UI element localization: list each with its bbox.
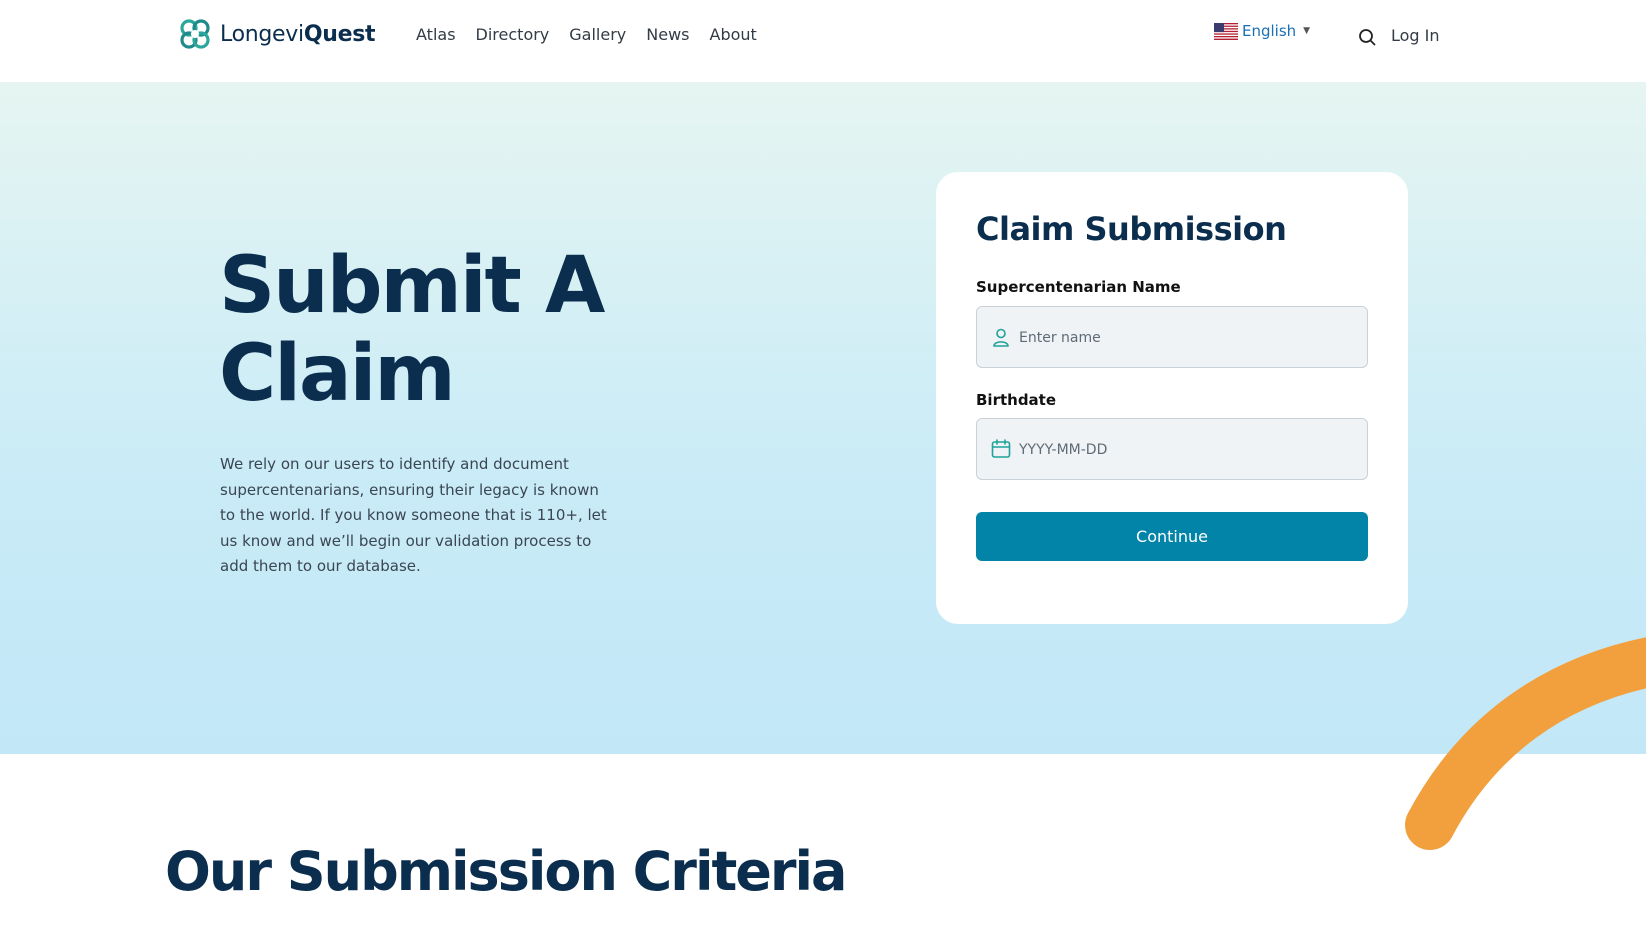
nav-news[interactable]: News: [646, 25, 689, 44]
name-label: Supercentenarian Name: [976, 278, 1181, 296]
language-selector[interactable]: English ▼: [1214, 22, 1310, 40]
continue-button[interactable]: Continue: [976, 512, 1368, 561]
hero-title-line-2: Claim: [219, 329, 456, 419]
site-header: LongeviQuest Atlas Directory Gallery New…: [0, 0, 1646, 82]
main-nav: Atlas Directory Gallery News About: [416, 25, 777, 44]
hero-description: We rely on our users to identify and doc…: [220, 455, 607, 575]
logo[interactable]: LongeviQuest: [178, 17, 376, 51]
criteria-title: Our Submission Criteria: [165, 840, 847, 903]
logo-icon: [180, 19, 210, 49]
hero-title: Submit A Claim: [219, 242, 759, 418]
decorative-arc: [1405, 637, 1646, 850]
name-input[interactable]: [1017, 307, 1361, 369]
nav-about[interactable]: About: [710, 25, 757, 44]
caret-down-icon: ▼: [1303, 26, 1311, 36]
birthdate-label: Birthdate: [976, 391, 1057, 409]
form-title: Claim Submission: [976, 210, 1287, 248]
birthdate-input[interactable]: [1017, 419, 1361, 481]
hero-title-line-1: Submit A: [219, 241, 605, 331]
calendar-icon: [991, 439, 1011, 458]
user-icon: [993, 328, 1009, 347]
us-flag-icon: [1214, 22, 1238, 40]
logo-text: LongeviQuest: [220, 21, 376, 47]
name-field: [976, 306, 1368, 369]
language-label: English: [1242, 22, 1297, 40]
login-link[interactable]: Log In: [1391, 26, 1440, 45]
nav-atlas[interactable]: Atlas: [416, 25, 456, 44]
nav-gallery[interactable]: Gallery: [569, 25, 626, 44]
birthdate-field: [976, 418, 1368, 481]
search-icon[interactable]: [1358, 28, 1376, 46]
claim-form-card: Claim Submission Supercentenarian Name B…: [936, 172, 1408, 624]
nav-directory[interactable]: Directory: [476, 25, 550, 44]
